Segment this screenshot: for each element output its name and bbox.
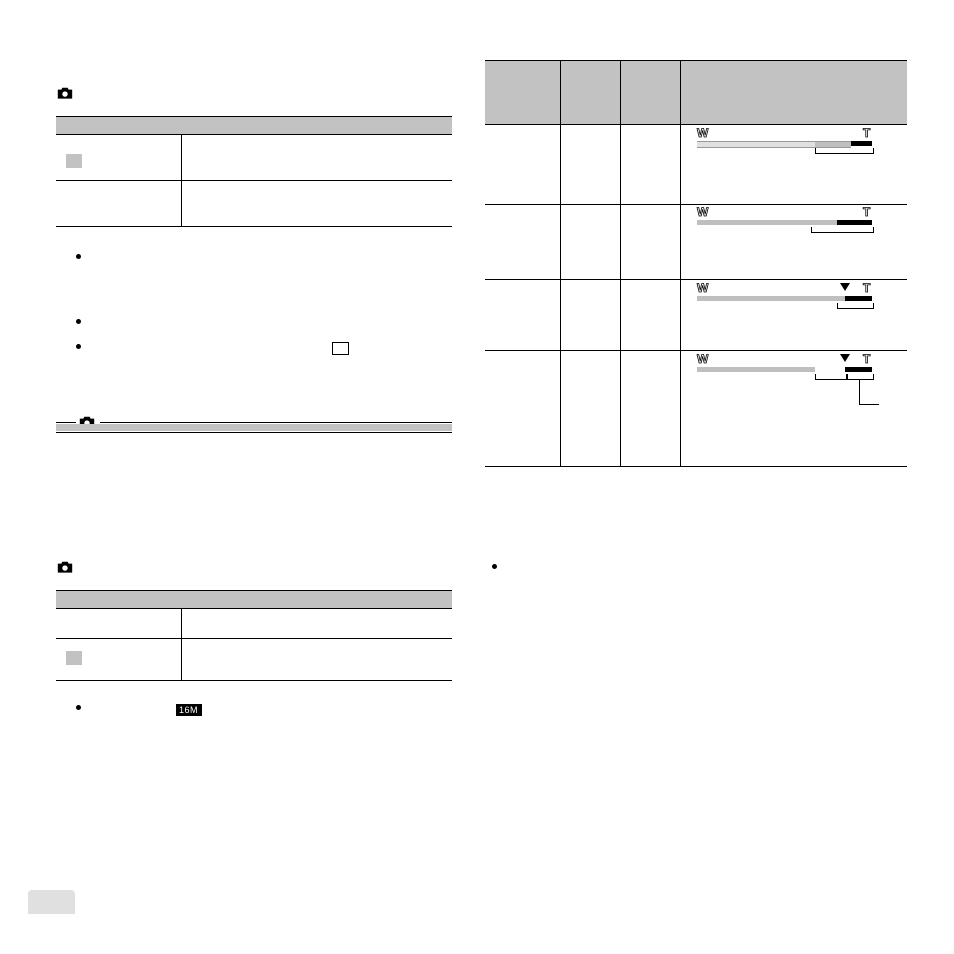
rule [485,124,907,125]
col-divider [560,60,561,466]
col-divider [181,134,182,226]
table-a-header [56,116,452,134]
w-label: W [697,205,709,219]
page: 16M W T W T W T W T [0,0,954,954]
camera-icon [56,560,74,574]
t-label: T [863,352,871,366]
zoom-track-black [851,141,872,146]
zoom-track-grey [815,141,851,148]
cell-marker [66,651,82,665]
t-label: T [863,281,871,295]
page-tab [28,890,75,914]
zoom-bracket [811,227,874,233]
col-divider [181,608,182,680]
t-label: T [863,126,871,140]
col-divider [680,60,681,466]
zoom-track-grey [697,367,815,372]
triangle-down-icon [840,354,850,362]
tick-line [859,404,879,405]
w-label: W [697,352,709,366]
rule [485,466,907,467]
rule [56,680,452,681]
rule [56,116,452,117]
rule [56,590,452,591]
bullet [492,564,497,569]
rule [56,432,452,433]
zoom-bracket [837,303,874,309]
w-label: W [697,281,709,295]
rule [485,204,907,205]
zoom-track-black [845,296,872,301]
col-divider [620,60,621,466]
cell-marker [66,154,82,168]
bullet [76,344,81,349]
rule [56,226,452,227]
rule [56,422,76,423]
zoom-track-black [845,367,872,372]
t-label: T [863,205,871,219]
rule [485,350,907,351]
rule [56,638,452,639]
rule [485,279,907,280]
zoom-track-pale [697,141,815,148]
zoom-bracket-right [847,374,874,380]
section-b-band [56,424,452,431]
rule [485,60,907,61]
rule [56,608,452,609]
rule [56,134,452,135]
triangle-down-icon [840,283,850,291]
rule [100,422,452,423]
zoom-bracket [815,148,874,154]
bullet [76,319,81,324]
rect-icon [332,342,349,355]
zoom-table-header [485,60,907,124]
sixteen-m-icon: 16M [176,700,202,718]
w-label: W [697,126,709,140]
zoom-track-black [837,220,872,225]
rule [56,180,452,181]
camera-icon [56,86,74,100]
tick-line [859,379,860,404]
bullet [76,705,81,710]
bullet [76,254,81,259]
table-c-header [56,590,452,608]
zoom-bracket-left [815,374,847,380]
zoom-track-grey [697,220,837,225]
zoom-track-grey [697,296,845,301]
